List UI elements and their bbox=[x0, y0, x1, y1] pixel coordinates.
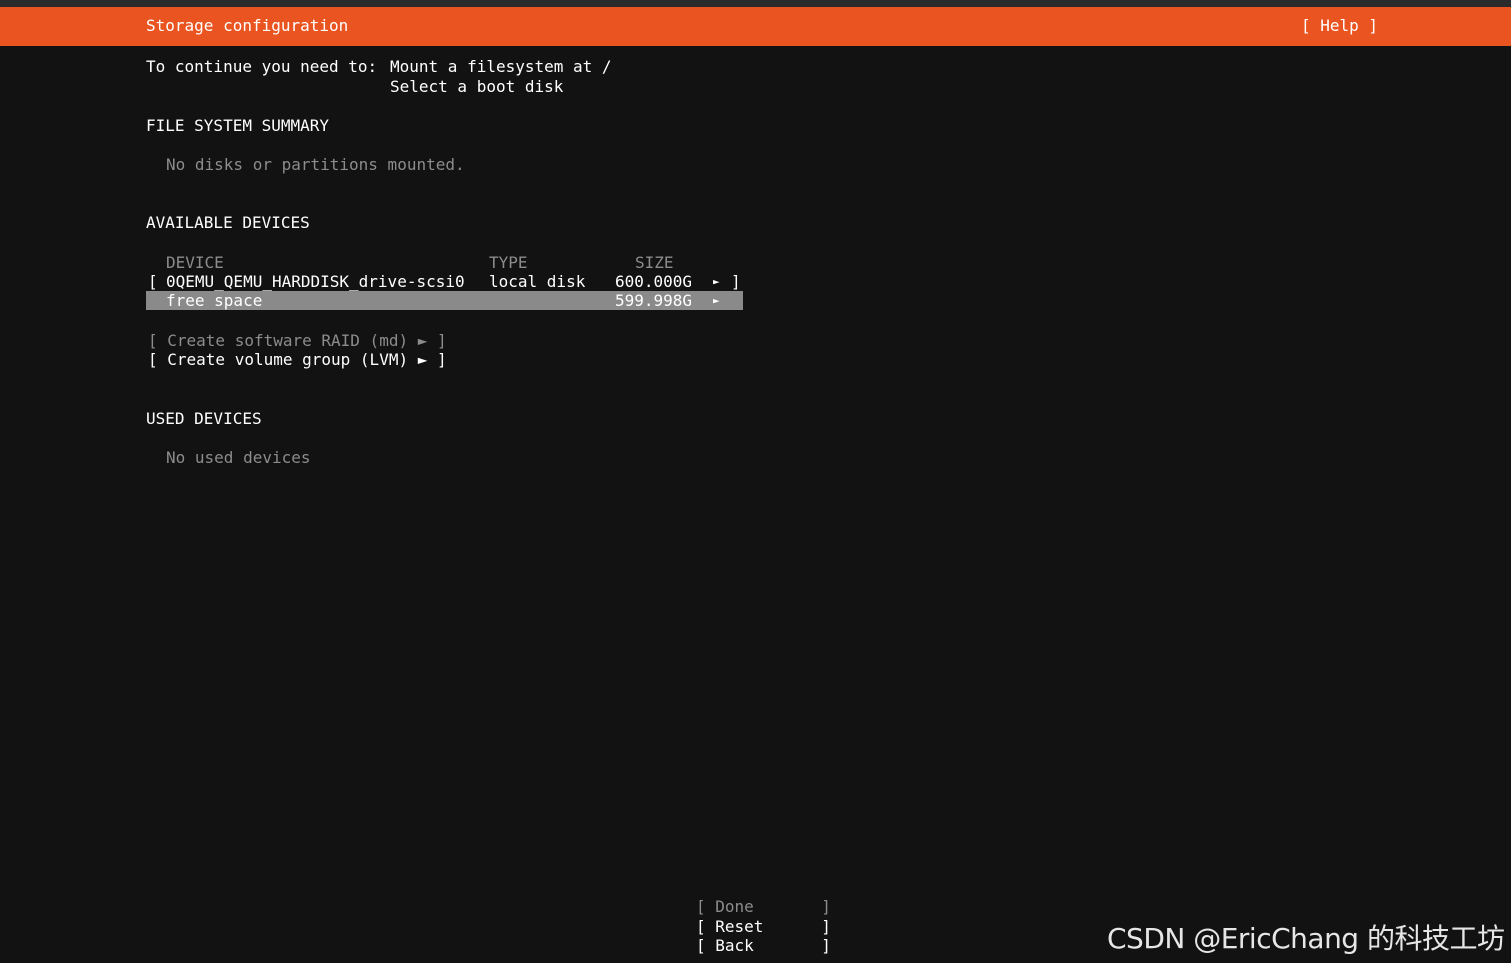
used-devices-heading: USED DEVICES bbox=[146, 409, 262, 428]
requirement-mount-root: Mount a filesystem at / bbox=[390, 57, 612, 76]
fs-summary-empty: No disks or partitions mounted. bbox=[166, 155, 465, 174]
done-button[interactable]: [ Done ] bbox=[696, 897, 831, 917]
disk-type: local disk bbox=[489, 272, 586, 291]
free-space-label: free space bbox=[166, 291, 263, 310]
free-space-row[interactable]: free space 599.998G ► bbox=[146, 291, 743, 310]
requirements-prefix: To continue you need to: bbox=[146, 57, 378, 76]
used-devices-empty: No used devices bbox=[166, 448, 311, 467]
fs-summary-heading: FILE SYSTEM SUMMARY bbox=[146, 116, 330, 135]
top-strip bbox=[0, 0, 1511, 7]
reset-button[interactable]: [ Reset ] bbox=[696, 917, 831, 937]
disk-device-name: 0QEMU_QEMU_HARDDISK_drive-scsi0 bbox=[166, 272, 465, 291]
watermark: CSDN @EricChang 的科技工坊 bbox=[1107, 922, 1505, 955]
disk-row-close-bracket: ] bbox=[731, 272, 741, 291]
disk-row-open-bracket: [ bbox=[148, 272, 158, 291]
column-header-type: TYPE bbox=[489, 253, 528, 272]
column-header-device: DEVICE bbox=[166, 253, 224, 272]
create-raid-button[interactable]: [ Create software RAID (md) ► ] bbox=[148, 331, 447, 351]
back-button[interactable]: [ Back ] bbox=[696, 936, 831, 956]
header-bar: Storage configuration [ Help ] bbox=[0, 7, 1511, 46]
requirement-boot-disk: Select a boot disk bbox=[390, 77, 564, 96]
column-header-size: SIZE bbox=[635, 253, 674, 272]
free-space-size: 599.998G bbox=[615, 291, 693, 310]
free-space-arrow-icon: ► bbox=[713, 294, 720, 307]
help-button[interactable]: [ Help ] bbox=[1301, 16, 1378, 35]
create-lvm-button[interactable]: [ Create volume group (LVM) ► ] bbox=[148, 350, 447, 370]
page-title: Storage configuration bbox=[146, 16, 349, 35]
disk-expand-arrow-icon: ► bbox=[713, 275, 720, 288]
disk-size: 600.000G bbox=[615, 272, 693, 291]
available-devices-heading: AVAILABLE DEVICES bbox=[146, 213, 310, 232]
